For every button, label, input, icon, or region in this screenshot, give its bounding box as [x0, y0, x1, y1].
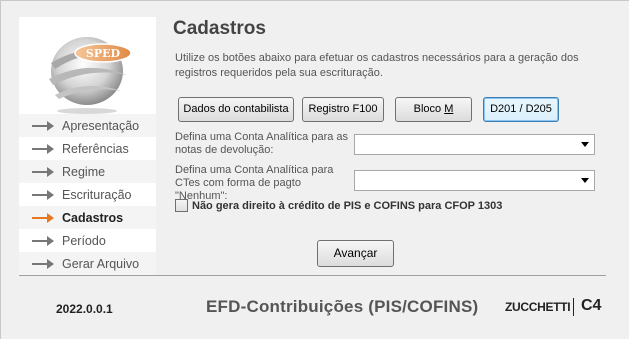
sidebar-item-label: Escrituração — [62, 187, 132, 202]
sped-logo: SPED — [49, 37, 132, 114]
sidebar-item-label: Regime — [62, 164, 106, 179]
version-label: 2022.0.0.1 — [56, 302, 113, 316]
bloco-m-label: Bloco — [413, 103, 445, 115]
sidebar-item-gerar-arquivo[interactable]: Gerar Arquivo — [19, 252, 156, 275]
sidebar-item-escrituracao[interactable]: Escrituração — [19, 183, 156, 206]
conta-devolucao-select[interactable] — [354, 134, 595, 155]
avancar-button[interactable]: Avançar — [317, 240, 394, 267]
main-panel: SPED Apresentação Referências Regime Esc… — [1, 1, 629, 281]
sidebar-item-label: Período — [62, 233, 106, 248]
page-title: Cadastros — [173, 18, 266, 39]
arrow-right-icon — [32, 258, 54, 269]
sidebar-item-label: Referências — [62, 141, 129, 156]
sidebar-item-label: Cadastros — [62, 210, 124, 225]
sidebar-item-referencias[interactable]: Referências — [19, 137, 156, 160]
field2-label: Defina uma Conta Analítica para CTes com… — [175, 164, 334, 202]
arrow-right-icon — [32, 189, 54, 200]
registro-f100-button[interactable]: Registro F100 — [302, 97, 384, 122]
sidebar-item-label: Gerar Arquivo — [62, 256, 140, 271]
chevron-down-icon — [581, 178, 589, 183]
arrow-right-icon — [32, 120, 54, 131]
arrow-right-icon — [32, 235, 54, 246]
conta-ctes-select[interactable] — [354, 170, 595, 191]
sidebar-nav: Apresentação Referências Regime Escritur… — [19, 114, 156, 275]
product-name: EFD-Contribuições (PIS/COFINS) — [206, 297, 479, 316]
bloco-m-button[interactable]: Bloco M — [395, 97, 472, 122]
cfop-checkbox-row: Não gera direito à crédito de PIS e COFI… — [175, 199, 502, 212]
sidebar: SPED Apresentação Referências Regime Esc… — [19, 17, 156, 275]
chevron-down-icon — [581, 142, 589, 147]
arrow-right-icon — [32, 212, 54, 223]
zucchetti-logo: ZUCCHETTI — [505, 300, 571, 314]
brand-divider — [573, 298, 574, 316]
cfop-checkbox[interactable] — [175, 199, 188, 212]
sidebar-item-label: Apresentação — [62, 118, 140, 133]
arrow-right-icon — [32, 143, 54, 154]
sidebar-item-apresentacao[interactable]: Apresentação — [19, 114, 156, 137]
bloco-m-accesskey: M — [444, 103, 454, 115]
c4-logo: C4 — [581, 297, 602, 314]
d201-d205-button[interactable]: D201 / D205 — [483, 97, 559, 122]
cfop-checkbox-label[interactable]: Não gera direito à crédito de PIS e COFI… — [192, 200, 502, 212]
sidebar-item-cadastros[interactable]: Cadastros — [19, 206, 156, 229]
dados-contabilista-button[interactable]: Dados do contabilista — [178, 97, 294, 122]
sidebar-item-periodo[interactable]: Período — [19, 229, 156, 252]
logo-text: SPED — [86, 47, 121, 60]
app-window: SPED Apresentação Referências Regime Esc… — [0, 0, 629, 339]
sidebar-item-regime[interactable]: Regime — [19, 160, 156, 183]
arrow-right-icon — [32, 166, 54, 177]
divider — [19, 275, 606, 276]
page-description: Utilize os botões abaixo para efetuar os… — [175, 52, 579, 79]
field1-label: Defina uma Conta Analítica para as notas… — [175, 131, 349, 156]
